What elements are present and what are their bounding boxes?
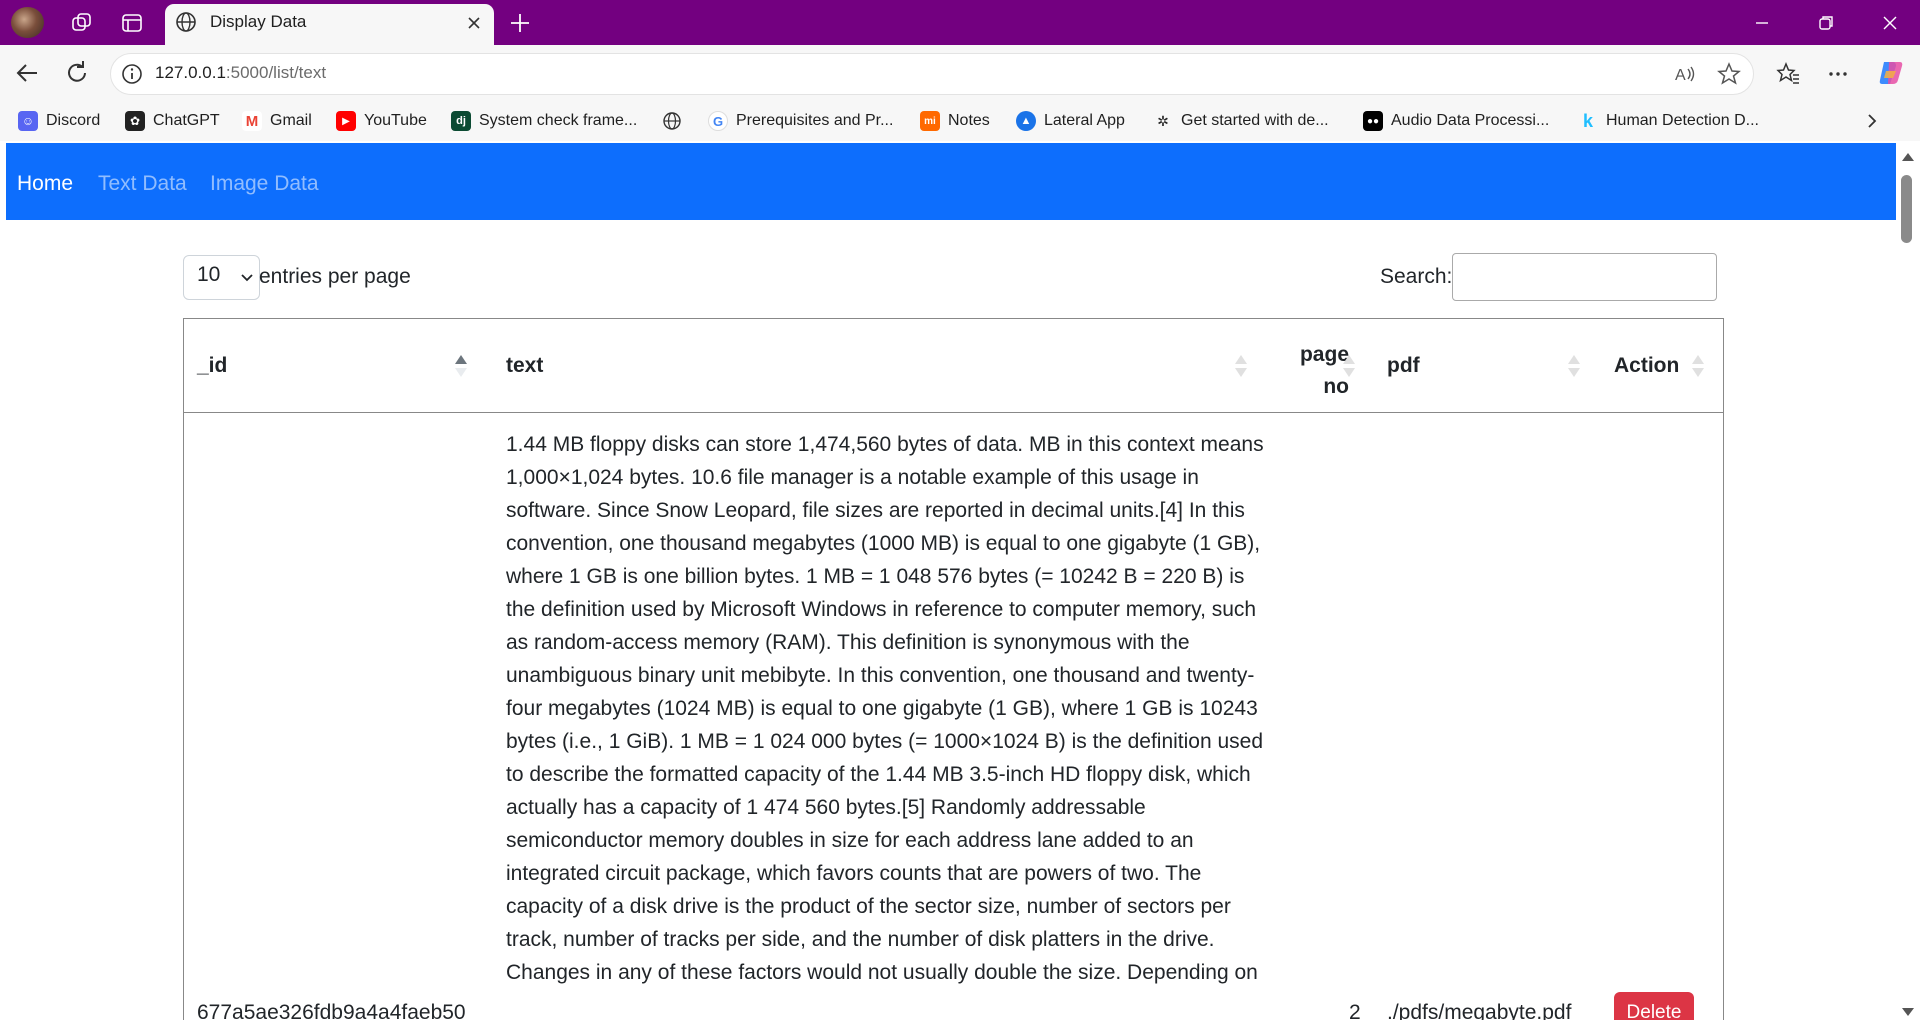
workspaces-icon[interactable] [68,9,96,37]
bookmark-label: Notes [948,112,990,129]
entries-per-page-value: 10 [197,263,221,286]
bookmark-google[interactable]: G Prerequisites and Pr... [708,108,893,134]
nav-link-text-data[interactable]: Text Data [98,172,187,196]
more-options-icon[interactable] [1825,61,1851,87]
refresh-icon[interactable] [62,58,92,88]
search-label: Search: [1380,265,1453,288]
sort-icon[interactable] [1691,353,1705,379]
globe-icon [174,10,198,39]
lateral-icon: ▲ [1016,111,1036,131]
svg-text:A: A [1675,67,1686,84]
back-icon[interactable] [12,58,42,88]
bookmark-human-detection[interactable]: k Human Detection D... [1578,108,1759,134]
minimize-icon[interactable] [1750,11,1774,35]
bookmark-chatgpt[interactable]: ✿ ChatGPT [125,108,220,134]
entries-per-page-label: entries per page [259,265,411,288]
delete-button[interactable]: Delete [1614,992,1694,1020]
sort-icon[interactable] [1234,353,1248,379]
xiaomi-icon: mi [920,111,940,131]
profile-avatar[interactable] [11,7,44,38]
bookmark-notes[interactable]: mi Notes [920,108,990,134]
bookmark-label: YouTube [364,112,427,129]
scroll-up-icon[interactable] [1900,150,1916,162]
bookmark-label: Prerequisites and Pr... [736,112,894,129]
page-viewport: Home Text Data Image Data 10 entries per… [6,143,1896,1020]
bookmarks-more-chevron-icon[interactable] [1862,108,1882,134]
nav-link-image-data[interactable]: Image Data [210,172,319,196]
sort-icon[interactable] [1342,353,1356,379]
bookmark-discord[interactable]: ☺ Discord [18,108,100,134]
bookmark-audio-data[interactable]: ●● Audio Data Processi... [1363,108,1549,134]
bookmark-globe[interactable] [662,108,690,134]
scrollbar-thumb[interactable] [1901,175,1912,243]
discord-icon: ☺ [18,111,38,131]
tab-actions-icon[interactable] [118,9,146,37]
url-path: :5000/list/text [225,63,327,82]
favorite-star-icon[interactable] [1716,61,1742,87]
globe-icon [662,111,682,131]
url-text[interactable]: 127.0.0.1:5000/list/text [155,63,326,83]
cell-id: 677a5ae326fdb9a4a4faeb50 [197,1001,466,1020]
nav-link-home[interactable]: Home [17,172,73,196]
read-aloud-icon[interactable]: A [1672,61,1698,87]
bookmark-label: Get started with de... [1181,112,1329,129]
url-host: 127.0.0.1 [155,63,226,82]
bookmark-label: Audio Data Processi... [1391,112,1550,129]
column-header-action[interactable]: Action [1614,354,1679,378]
page-scrollbar[interactable] [1896,143,1920,1020]
chevron-down-icon [240,270,254,284]
medium-icon: ●● [1363,111,1383,131]
copilot-icon[interactable] [1876,58,1906,88]
address-bar[interactable] [110,53,1754,95]
gmail-icon: M [242,111,262,131]
kaggle-icon: k [1582,110,1593,131]
column-header-pdf[interactable]: pdf [1387,354,1420,378]
youtube-icon: ▶ [336,111,356,131]
site-info-icon[interactable] [120,62,144,86]
new-tab-icon[interactable] [506,9,534,37]
github-icon: ✲ [1157,112,1169,129]
bookmark-get-started[interactable]: ✲ Get started with de... [1153,108,1329,134]
django-icon: dj [451,111,471,131]
bookmark-label: Gmail [270,112,312,129]
google-icon: G [708,111,728,131]
bookmark-label: Lateral App [1044,112,1125,129]
sort-icon[interactable] [1567,353,1581,379]
scroll-down-icon[interactable] [1900,1005,1916,1017]
sort-ascending-icon[interactable] [454,353,468,379]
table-header: _id text page no pdf Action [184,319,1723,413]
cell-pdf: ./pdfs/megabyte.pdf [1387,1001,1572,1020]
bookmark-lateral-app[interactable]: ▲ Lateral App [1016,108,1125,134]
bookmark-label: System check frame... [479,112,638,129]
bookmark-gmail[interactable]: M Gmail [242,108,312,134]
cell-page-no: 2 [1349,1001,1361,1020]
column-header-text[interactable]: text [506,354,543,378]
data-table: _id text page no pdf Action 677a5ae326fd… [183,318,1724,1020]
bookmark-label: Human Detection D... [1606,112,1759,129]
column-header-id[interactable]: _id [197,354,227,378]
favorites-icon[interactable] [1775,61,1801,87]
cell-text: 1.44 MB floppy disks can store 1,474,560… [506,433,1264,984]
close-tab-icon[interactable] [462,11,486,35]
bookmark-label: Discord [46,112,101,129]
bookmark-label: ChatGPT [153,112,220,129]
close-window-icon[interactable] [1878,11,1902,35]
column-header-page-no[interactable]: page no [1269,339,1349,403]
tab-title: Display Data [210,12,307,31]
restore-icon[interactable] [1814,11,1838,35]
chatgpt-icon: ✿ [125,111,145,131]
bookmark-django-docs[interactable]: dj System check frame... [451,108,637,134]
bookmark-youtube[interactable]: ▶ YouTube [336,108,427,134]
search-input[interactable] [1452,253,1717,301]
